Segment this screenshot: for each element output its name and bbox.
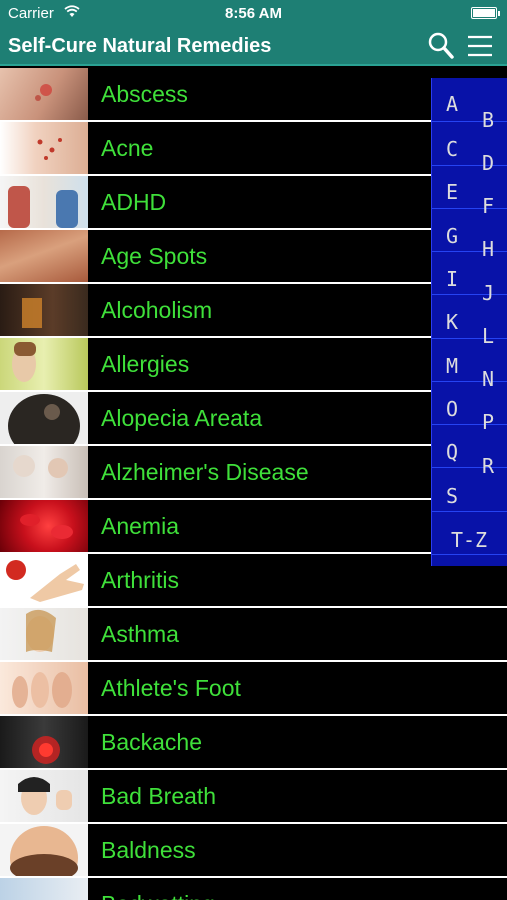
search-icon[interactable] [425, 30, 457, 62]
asthma-thumbnail [0, 608, 88, 660]
list-item-label: Asthma [101, 621, 179, 647]
list-item-label: Baldness [101, 837, 196, 863]
index-letter-s[interactable]: S [434, 484, 470, 508]
index-letter-f[interactable]: F [470, 194, 506, 218]
index-letter-e[interactable]: E [434, 180, 470, 204]
list-item-label: ADHD [101, 189, 167, 215]
index-letter-h[interactable]: H [470, 237, 506, 261]
list-item-label: Abscess [101, 81, 188, 107]
list-item[interactable]: Athlete's Foot [0, 662, 507, 716]
acne-thumbnail [0, 122, 88, 174]
arthritis-thumbnail [0, 554, 88, 606]
index-letter-j[interactable]: J [470, 281, 506, 305]
nav-bar: Self-Cure Natural Remedies [0, 26, 507, 66]
list-item[interactable]: Asthma [0, 608, 507, 662]
list-item-label: Acne [101, 135, 154, 161]
list-item-label: Backache [101, 729, 203, 755]
status-time: 8:56 AM [225, 5, 282, 22]
list-item[interactable]: Bedwetting [0, 878, 507, 900]
index-letter-i[interactable]: I [434, 267, 470, 291]
list-item-label: Alopecia Areata [101, 405, 263, 431]
battery-icon [471, 7, 500, 19]
page-title: Self-Cure Natural Remedies [8, 35, 272, 57]
index-letter-b[interactable]: B [470, 108, 506, 132]
bedwetting-thumbnail [0, 878, 88, 900]
list-item-label: Arthritis [101, 567, 179, 593]
bad-breath-thumbnail [0, 770, 88, 822]
list-item-label: Alzheimer's Disease [101, 459, 309, 485]
index-letter-c[interactable]: C [434, 137, 470, 161]
list-item-label: Alcoholism [101, 297, 213, 323]
index-letter-d[interactable]: D [470, 151, 506, 175]
list-item-label: Anemia [101, 513, 179, 539]
abscess-thumbnail [0, 68, 88, 120]
list-item[interactable]: Baldness [0, 824, 507, 878]
alphabet-index[interactable]: A B C D E F G H I J K L M N O P Q R S T-… [431, 78, 507, 566]
index-letter-k[interactable]: K [434, 310, 470, 334]
index-letter-g[interactable]: G [434, 224, 470, 248]
baldness-thumbnail [0, 824, 88, 876]
status-bar: Carrier 8:56 AM [0, 0, 507, 26]
list-item[interactable]: Backache [0, 716, 507, 770]
anemia-thumbnail [0, 500, 88, 552]
adhd-thumbnail [0, 176, 88, 228]
alopecia-areata-thumbnail [0, 392, 88, 444]
index-letter-p[interactable]: P [470, 410, 506, 434]
list-item-label: Age Spots [101, 243, 208, 269]
list-item-label: Bad Breath [101, 783, 217, 809]
age-spots-thumbnail [0, 230, 88, 282]
list-item-label: Bedwetting [101, 891, 215, 900]
menu-icon[interactable] [465, 30, 495, 62]
index-letter-o[interactable]: O [434, 397, 470, 421]
list-item-label: Allergies [101, 351, 190, 377]
index-letter-q[interactable]: Q [434, 440, 470, 464]
allergies-thumbnail [0, 338, 88, 390]
index-letter-a[interactable]: A [434, 92, 470, 116]
index-letter-t-z[interactable]: T-Z [434, 528, 504, 552]
list-item[interactable]: Bad Breath [0, 770, 507, 824]
index-letter-r[interactable]: R [470, 454, 506, 478]
alcoholism-thumbnail [0, 284, 88, 336]
backache-thumbnail [0, 716, 88, 768]
index-letter-n[interactable]: N [470, 367, 506, 391]
index-letter-l[interactable]: L [470, 324, 506, 348]
athletes-foot-thumbnail [0, 662, 88, 714]
index-letter-m[interactable]: M [434, 354, 470, 378]
alzheimers-disease-thumbnail [0, 446, 88, 498]
list-item-label: Athlete's Foot [101, 675, 241, 701]
